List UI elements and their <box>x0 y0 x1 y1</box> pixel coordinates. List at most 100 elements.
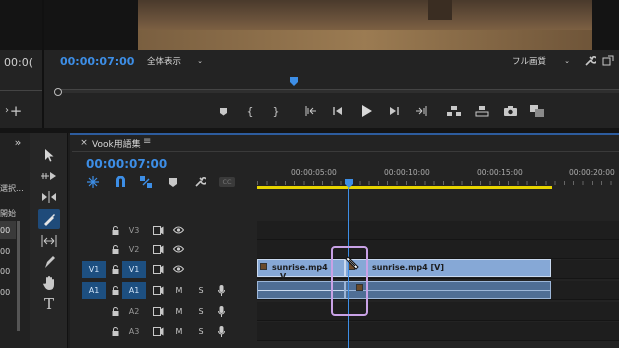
mute-button[interactable]: M <box>174 284 184 296</box>
project-item[interactable]: 開始 <box>0 208 16 219</box>
linked-selection-icon[interactable] <box>139 175 153 188</box>
lock-icon[interactable] <box>110 325 120 337</box>
zoom-scrollbar[interactable] <box>55 90 619 93</box>
track-lane-a2[interactable] <box>257 302 619 321</box>
lock-icon[interactable] <box>110 263 120 275</box>
source-patch[interactable] <box>82 303 106 320</box>
solo-button[interactable]: S <box>196 325 206 337</box>
timeline-timecode[interactable]: 00:00:07:00 <box>86 157 167 171</box>
source-patch[interactable] <box>82 323 106 340</box>
playhead-marker[interactable] <box>290 77 298 86</box>
camera-icon[interactable] <box>503 104 517 118</box>
project-item[interactable]: 00 <box>0 247 10 256</box>
mute-button[interactable]: M <box>174 325 184 337</box>
time-ruler[interactable]: 00:00:05:00 00:00:10:00 00:00:15:00 00:0… <box>257 155 619 190</box>
lock-icon[interactable] <box>110 224 120 236</box>
go-to-in-icon[interactable] <box>304 105 318 117</box>
wrench-icon[interactable] <box>583 54 597 68</box>
add-icon[interactable]: + <box>9 102 23 120</box>
sync-lock-icon[interactable] <box>152 284 164 296</box>
program-mini-ruler[interactable] <box>55 77 619 90</box>
step-back-icon[interactable] <box>332 105 344 117</box>
project-scrollbar[interactable] <box>17 221 20 331</box>
track-header-a1[interactable]: A1 A1 M S <box>72 281 257 300</box>
track-label[interactable]: A1 <box>122 282 146 299</box>
project-item[interactable]: 00 <box>0 226 10 235</box>
source-patch[interactable] <box>82 222 106 239</box>
scroll-handle[interactable] <box>54 88 62 96</box>
source-patch[interactable]: A1 <box>82 282 106 299</box>
hand-tool-icon[interactable] <box>41 275 57 291</box>
source-monitor-video <box>0 0 138 50</box>
snap-icon[interactable] <box>113 175 127 188</box>
track-label[interactable]: V1 <box>122 261 146 278</box>
add-marker-icon[interactable] <box>167 176 179 188</box>
eye-icon[interactable] <box>172 224 184 236</box>
track-header-v1[interactable]: V1 V1 <box>72 260 257 279</box>
audio-clip-right[interactable] <box>345 281 551 299</box>
microphone-icon[interactable] <box>216 284 226 296</box>
video-clip-right[interactable]: sunrise.mp4 [V] <box>345 259 551 277</box>
panel-overflow-icon[interactable]: » <box>12 136 24 149</box>
mark-out-icon[interactable]: } <box>270 104 282 118</box>
project-item[interactable]: 選択... <box>0 183 24 194</box>
comparison-view-icon[interactable] <box>529 104 545 118</box>
track-label[interactable]: V2 <box>122 241 146 258</box>
lock-icon[interactable] <box>110 305 120 317</box>
project-item[interactable]: 00 <box>0 267 10 276</box>
track-lane-a3[interactable] <box>257 322 619 341</box>
program-timecode[interactable]: 00:00:07:00 <box>60 55 134 68</box>
close-icon[interactable]: × <box>79 138 89 148</box>
mute-button[interactable]: M <box>174 305 184 317</box>
source-patch[interactable]: V1 <box>82 261 106 278</box>
quality-select[interactable]: フル画質 ⌄ <box>508 54 574 68</box>
add-marker-icon[interactable] <box>217 105 229 117</box>
lift-icon[interactable] <box>446 104 462 118</box>
track-lane-v3[interactable] <box>257 221 619 240</box>
slip-tool-icon[interactable] <box>40 233 58 249</box>
track-header-a2[interactable]: A2 M S <box>72 302 257 321</box>
sync-lock-icon[interactable] <box>152 305 164 317</box>
sync-lock-icon[interactable] <box>152 325 164 337</box>
go-to-out-icon[interactable] <box>414 105 428 117</box>
track-header-v2[interactable]: V2 <box>72 240 257 259</box>
selection-tool-icon[interactable] <box>41 147 57 163</box>
timeline-settings-wrench-icon[interactable] <box>193 175 207 188</box>
extract-icon[interactable] <box>474 104 490 118</box>
type-tool-icon[interactable]: T <box>41 295 57 313</box>
sync-lock-icon[interactable] <box>152 263 164 275</box>
clip-name: sunrise.mp4 <box>272 263 328 272</box>
ripple-edit-tool-icon[interactable] <box>40 189 58 205</box>
razor-tool-icon[interactable] <box>41 211 57 227</box>
track-select-tool-icon[interactable] <box>40 168 58 184</box>
pen-tool-icon[interactable] <box>41 254 57 270</box>
sequence-tab[interactable]: Vook用語集 <box>92 137 141 150</box>
play-icon[interactable] <box>359 104 373 118</box>
step-forward-icon[interactable] <box>388 105 400 117</box>
export-frame-icon[interactable] <box>601 54 615 68</box>
mark-in-icon[interactable]: { <box>244 104 256 118</box>
nest-icon[interactable] <box>86 175 100 188</box>
track-label[interactable]: A2 <box>122 303 146 320</box>
sync-lock-icon[interactable] <box>152 224 164 236</box>
track-header-a3[interactable]: A3 M S <box>72 322 257 341</box>
project-item[interactable]: 00 <box>0 288 10 297</box>
zoom-select[interactable]: 全体表示 ⌄ <box>143 54 207 68</box>
sync-lock-icon[interactable] <box>152 243 164 255</box>
work-area-bar[interactable] <box>257 186 552 189</box>
track-header-v3[interactable]: V3 <box>72 221 257 240</box>
track-label[interactable]: A3 <box>122 323 146 340</box>
lock-icon[interactable] <box>110 243 120 255</box>
lock-icon[interactable] <box>110 284 120 296</box>
solo-button[interactable]: S <box>196 305 206 317</box>
eye-icon[interactable] <box>172 243 184 255</box>
captions-icon[interactable]: CC <box>219 177 235 187</box>
source-patch[interactable] <box>82 241 106 258</box>
solo-button[interactable]: S <box>196 284 206 296</box>
microphone-icon[interactable] <box>216 305 226 317</box>
panel-menu-icon[interactable]: ≡ <box>143 136 151 147</box>
track-lane-v2[interactable] <box>257 240 619 259</box>
microphone-icon[interactable] <box>216 325 226 337</box>
eye-icon[interactable] <box>172 263 184 275</box>
track-label[interactable]: V3 <box>122 222 146 239</box>
